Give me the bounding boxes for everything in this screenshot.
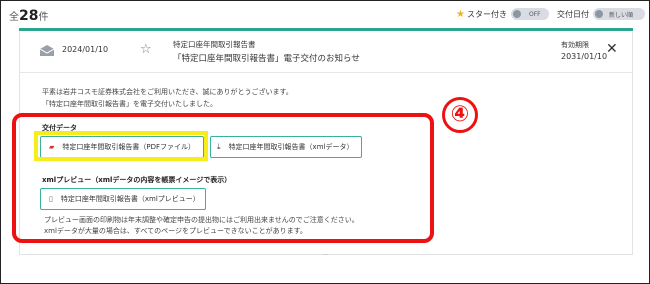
message-line: 「特定口座年間取引報告書」を電子交付いたしました。 bbox=[42, 100, 217, 108]
screenshot-frame: 全28件 ★ スター付き OFF 交付日付 新しい順 2024/01/10 ☆ … bbox=[0, 0, 650, 284]
document-message: 平素は岩井コスモ証券株式会社をご利用いただき、誠にありがとうございます。 「特定… bbox=[42, 86, 293, 110]
scroll-indicator-icon: ··· bbox=[323, 252, 329, 259]
document-date: 2024/01/10 bbox=[62, 45, 109, 54]
document-category: 特定口座年間取引報告書 bbox=[173, 40, 256, 49]
list-toolbar: 全28件 ★ スター付き OFF 交付日付 新しい順 bbox=[7, 5, 645, 27]
star-outline-icon[interactable]: ☆ bbox=[140, 42, 152, 57]
filter-controls: ★ スター付き OFF 交付日付 新しい順 bbox=[456, 8, 645, 20]
annotation-pdf-highlight bbox=[34, 131, 208, 161]
message-line: 平素は岩井コスモ証券株式会社をご利用いただき、誠にありがとうございます。 bbox=[42, 88, 293, 96]
star-filter-toggle[interactable]: OFF bbox=[511, 8, 549, 20]
expiry-label: 有効期限 bbox=[561, 41, 589, 49]
envelope-open-icon bbox=[40, 45, 54, 56]
star-filled-icon: ★ bbox=[456, 8, 465, 20]
document-subject: 「特定口座年間取引報告書」電子交付のお知らせ bbox=[173, 54, 360, 64]
close-icon[interactable]: ✕ bbox=[606, 41, 618, 57]
result-count: 全28件 bbox=[9, 8, 49, 24]
star-filter-label: スター付き bbox=[467, 9, 507, 19]
annotation-callout-number: ④ bbox=[442, 97, 478, 133]
document-header: 2024/01/10 ☆ 特定口座年間取引報告書 「特定口座年間取引報告書」電子… bbox=[20, 31, 632, 73]
result-count-number: 28 bbox=[19, 8, 39, 24]
expiry-date: 2031/01/10 bbox=[561, 52, 608, 61]
date-sort-label: 交付日付 bbox=[557, 9, 589, 19]
date-sort-toggle[interactable]: 新しい順 bbox=[593, 8, 645, 20]
